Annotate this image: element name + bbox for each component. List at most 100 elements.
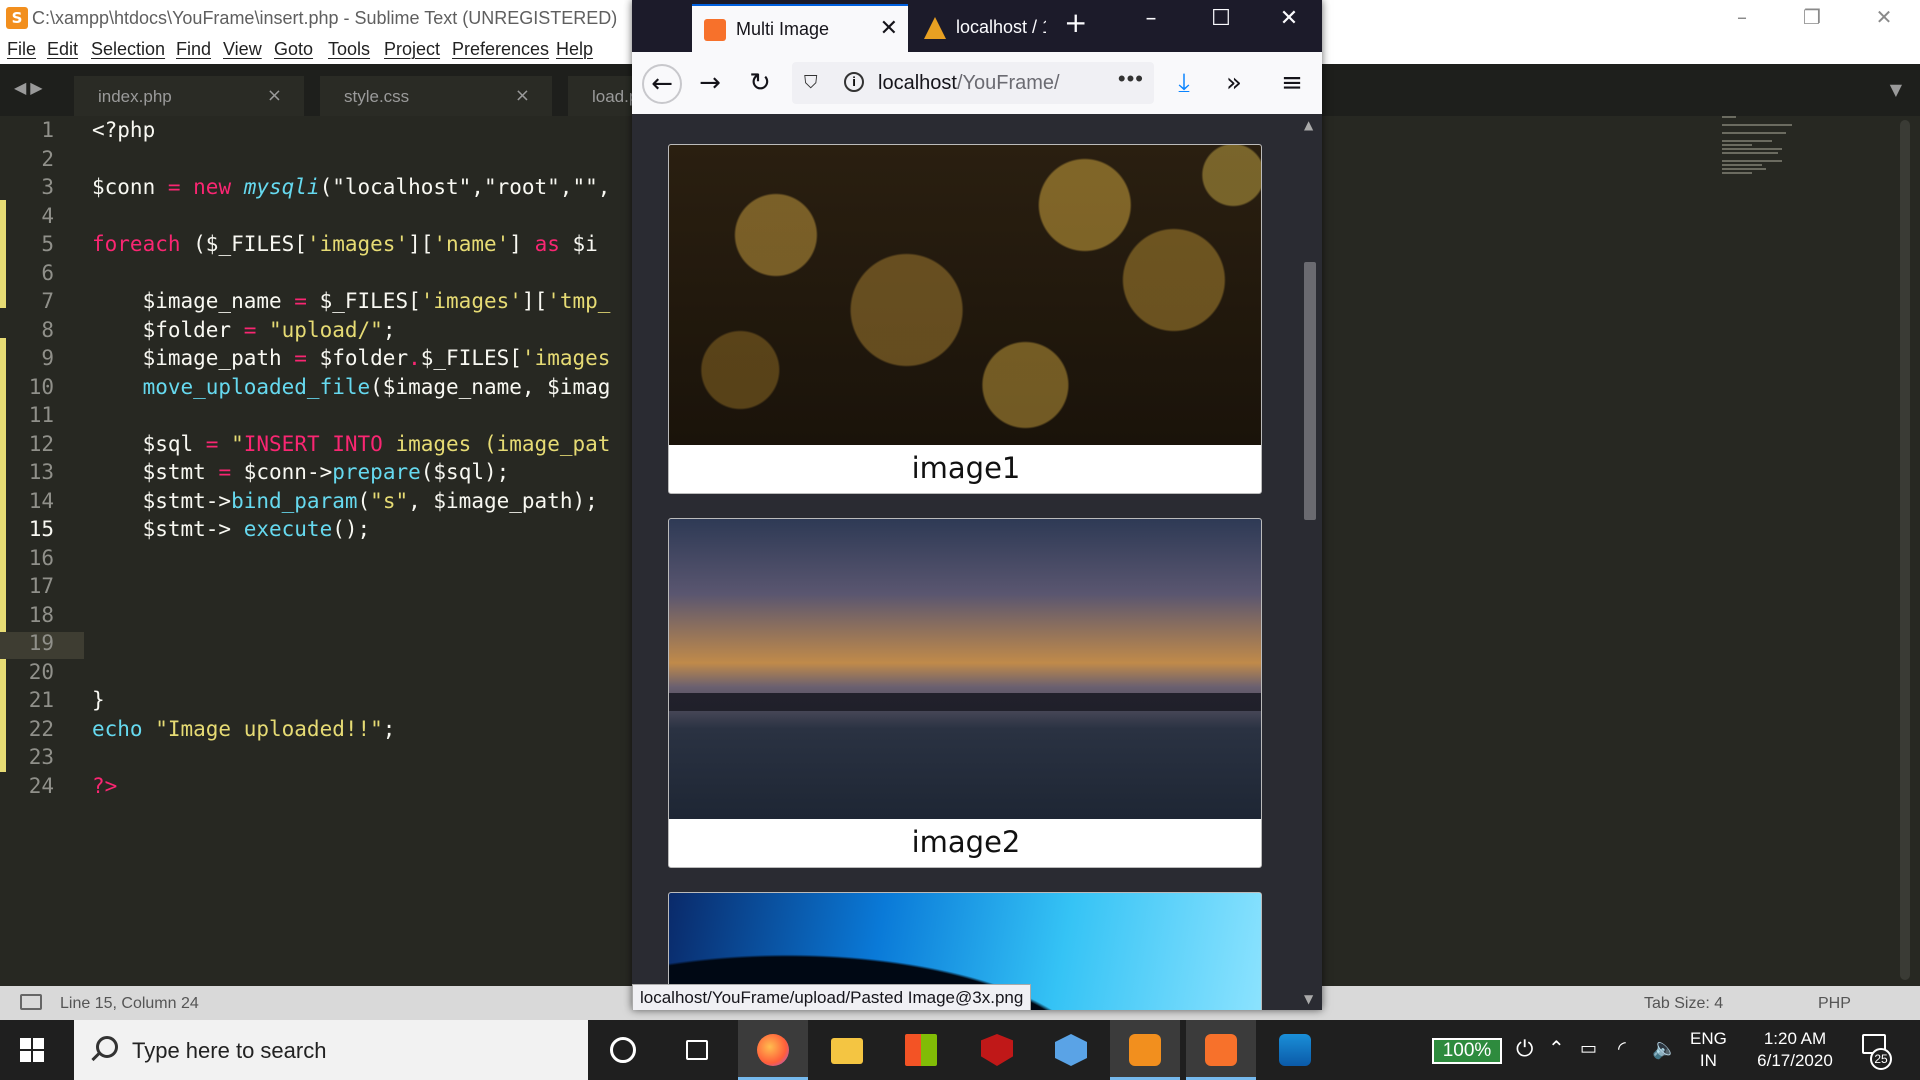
maximize-icon[interactable]: ☐: [1186, 6, 1256, 31]
overflow-menu-icon[interactable]: »: [1214, 64, 1254, 104]
notification-center-icon[interactable]: 25: [1856, 1034, 1894, 1070]
file-explorer-icon[interactable]: [812, 1020, 882, 1080]
xampp-taskbar-icon[interactable]: [1186, 1020, 1256, 1080]
xampp-favicon-icon: [704, 19, 726, 41]
clock[interactable]: 1:20 AM 6/17/2020: [1752, 1028, 1838, 1080]
forward-icon[interactable]: →: [690, 64, 730, 104]
line-number: 11: [28, 403, 54, 427]
menu-preferences[interactable]: Preferences: [452, 39, 549, 60]
photos-icon[interactable]: [1260, 1020, 1330, 1080]
scroll-up-icon[interactable]: ▲: [1304, 118, 1313, 132]
firefox-window: Multi Image ✕ localhost / 127.0 + – ☐ ✕ …: [632, 0, 1322, 1010]
line-number: 6: [41, 260, 54, 285]
tab-close-icon[interactable]: ×: [267, 85, 282, 106]
link-status-tooltip: localhost/YouFrame/upload/Pasted Image@3…: [632, 984, 1032, 1010]
tab-index-php[interactable]: index.php ×: [74, 76, 304, 116]
line-number: 16: [28, 545, 54, 570]
image-card[interactable]: image1: [668, 144, 1262, 494]
code-line-14: $stmt->bind_param("s", $image_path);: [92, 488, 598, 513]
url-bar[interactable]: ⛉ i localhost/YouFrame/ •••: [792, 62, 1154, 104]
tab-close-icon[interactable]: ×: [515, 85, 530, 106]
firefox-taskbar-icon[interactable]: [738, 1020, 808, 1080]
power-plug-icon[interactable]: ⏻: [1516, 1036, 1533, 1080]
taskbar-search-box[interactable]: Type here to search: [74, 1020, 588, 1080]
hamburger-menu-icon[interactable]: ≡: [1272, 64, 1312, 104]
tab-label: index.php: [98, 87, 172, 106]
search-icon: [96, 1036, 118, 1058]
line-number: 18: [28, 602, 54, 627]
restore-icon[interactable]: ❐: [1780, 0, 1844, 36]
syntax-mode[interactable]: PHP: [1818, 995, 1851, 1013]
line-number: 13: [28, 460, 54, 484]
line-number: 2: [41, 146, 54, 171]
page-scrollbar[interactable]: ▲ ▼: [1298, 114, 1322, 1010]
menu-edit[interactable]: Edit: [47, 39, 78, 60]
code-line-12: $sql = "INSERT INTO images (image_pat: [92, 431, 611, 456]
line-number: 14: [28, 488, 54, 513]
tab-title: Multi Image: [736, 19, 830, 39]
menu-find[interactable]: Find: [176, 39, 211, 60]
sublime-taskbar-icon[interactable]: [1110, 1020, 1180, 1080]
minimap[interactable]: [1722, 116, 1802, 196]
reload-icon[interactable]: ↻: [740, 64, 780, 104]
windows-start-icon[interactable]: [20, 1038, 44, 1062]
menu-file[interactable]: File: [7, 39, 36, 60]
image-caption: image1: [911, 451, 1021, 485]
code-editor[interactable]: <?php $conn = new mysqli("localhost","ro…: [92, 116, 632, 986]
battery-indicator[interactable]: 100%: [1432, 1038, 1502, 1064]
browser-tab-localhost[interactable]: localhost / 127.0: [912, 4, 1052, 52]
image-card[interactable]: image2: [668, 518, 1262, 868]
code-line-13: $stmt = $conn->prepare($sql);: [92, 460, 510, 484]
tab-nav-arrows-icon[interactable]: ◀▶: [14, 78, 47, 97]
menu-help[interactable]: Help: [556, 39, 593, 60]
menu-goto[interactable]: Goto: [274, 39, 313, 60]
code-line-5: foreach ($_FILES['images']['name'] as $i: [92, 232, 598, 256]
new-tab-icon[interactable]: +: [1064, 6, 1087, 39]
site-info-icon[interactable]: i: [844, 72, 864, 92]
console-toggle-icon[interactable]: [20, 994, 42, 1010]
sublime-logo-icon: S: [6, 7, 28, 29]
code-line-1: <?php: [92, 118, 156, 142]
line-number: 20: [28, 659, 54, 684]
code-line-7: $image_name = $_FILES['images']['tmp_: [92, 289, 611, 313]
wifi-icon[interactable]: ◜: [1618, 1036, 1626, 1080]
line-number: 22: [28, 716, 54, 741]
menu-tools[interactable]: Tools: [328, 39, 370, 60]
line-number: 24: [28, 773, 54, 798]
code-line-10: move_uploaded_file($image_name, $imag: [92, 374, 611, 399]
close-icon[interactable]: ✕: [1254, 6, 1322, 31]
virtualbox-icon[interactable]: [1036, 1020, 1106, 1080]
scroll-down-icon[interactable]: ▼: [1304, 992, 1313, 1006]
line-number: 5: [41, 232, 54, 256]
scroll-thumb[interactable]: [1304, 262, 1316, 520]
menu-project[interactable]: Project: [384, 39, 440, 60]
code-line-22: echo "Image uploaded!!";: [92, 716, 396, 741]
menu-selection[interactable]: Selection: [91, 39, 165, 60]
page-actions-icon[interactable]: •••: [1118, 66, 1144, 92]
cortana-icon[interactable]: [588, 1020, 658, 1080]
editor-scrollbar[interactable]: [1900, 120, 1910, 980]
back-icon[interactable]: ←: [642, 64, 682, 104]
minimize-icon[interactable]: –: [1116, 6, 1186, 31]
chevron-up-icon[interactable]: ⌃: [1548, 1036, 1565, 1080]
minimize-icon[interactable]: –: [1710, 0, 1774, 36]
tab-size[interactable]: Tab Size: 4: [1644, 995, 1723, 1013]
volume-icon[interactable]: 🔈: [1652, 1036, 1677, 1080]
close-icon[interactable]: ✕: [1852, 0, 1916, 36]
window-title: C:\xampp\htdocs\YouFrame\insert.php - Su…: [32, 8, 618, 28]
menu-view[interactable]: View: [223, 39, 262, 60]
tab-dropdown-icon[interactable]: ▼: [1890, 80, 1902, 99]
line-number: 23: [28, 745, 54, 769]
download-icon[interactable]: ⤓: [1164, 64, 1204, 104]
tab-style-css[interactable]: style.css ×: [320, 76, 552, 116]
browser-tab-multi-image[interactable]: Multi Image ✕: [692, 4, 908, 52]
mcafee-icon[interactable]: [962, 1020, 1032, 1080]
battery-tray-icon[interactable]: ▭: [1580, 1038, 1597, 1080]
line-number: 4: [41, 203, 54, 228]
tab-close-icon[interactable]: ✕: [880, 16, 898, 41]
tracking-shield-icon[interactable]: ⛉: [804, 72, 818, 93]
task-view-icon[interactable]: [662, 1020, 732, 1080]
url-text[interactable]: localhost/YouFrame/: [878, 72, 1060, 95]
microsoft-store-icon[interactable]: [886, 1020, 956, 1080]
language-indicator[interactable]: ENG IN: [1690, 1028, 1727, 1080]
